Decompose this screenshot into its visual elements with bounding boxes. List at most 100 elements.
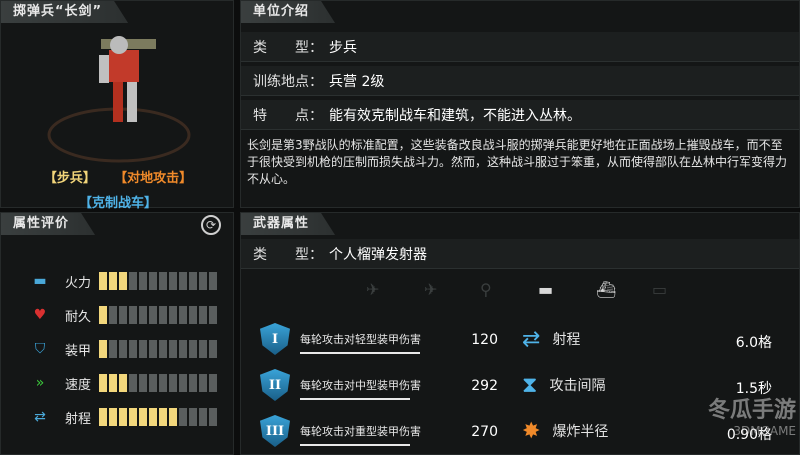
- stat-bar-segment: [169, 306, 177, 324]
- watermark-sub: 3DMGAME: [733, 424, 796, 438]
- stat-bar-segment: [99, 306, 107, 324]
- refresh-icon[interactable]: ⟳: [201, 215, 221, 235]
- armor-medium-icon: II: [260, 369, 290, 401]
- prop-interval-label: 攻击间隔: [549, 378, 606, 394]
- stat-bar-segment: [109, 306, 117, 324]
- stat-bar-segment: [129, 306, 137, 324]
- stat-bar-segment: [179, 272, 187, 290]
- stat-bar-segment: [189, 306, 197, 324]
- stat-bar-segment: [99, 272, 107, 290]
- stat-label: 耐久: [64, 309, 91, 325]
- stat-bar-segment: [199, 306, 207, 324]
- unit-portrait: [47, 36, 191, 163]
- stat-label: 火力: [64, 275, 91, 291]
- damage-medium-label: 每轮攻击对中型装甲伤害: [300, 379, 421, 392]
- intro-feature-row: 特 点： 能有效克制战车和建筑，不能进入丛林。: [241, 100, 799, 130]
- stat-bar-segment: [189, 340, 197, 358]
- unit-tags: 【步兵】 【对地攻击】 【克制战车】: [1, 167, 235, 211]
- stat-bar-segment: [119, 272, 127, 290]
- stat-bar-segment: [119, 340, 127, 358]
- stat-bar-segment: [169, 374, 177, 392]
- damage-medium-value: 292: [471, 378, 498, 394]
- shield-icon: ⛉: [34, 341, 46, 357]
- unit-name: 掷弹兵“长剑”: [13, 4, 103, 19]
- stat-bar-segment: [129, 272, 137, 290]
- intro-type-row: 类 型： 步兵: [241, 32, 799, 62]
- stat-bar-segment: [99, 340, 107, 358]
- stat-bar: [99, 272, 217, 290]
- stat-bar-segment: [129, 408, 137, 426]
- stat-label: 装甲: [64, 343, 91, 359]
- bullets-icon: ▬: [33, 273, 47, 289]
- stat-bar-segment: [209, 374, 217, 392]
- stat-row: ♥ 耐久: [29, 305, 217, 325]
- attributes-panel: 属性评价 ⟳ ▬ 火力 ♥ 耐久 ⛉ 装甲 » 速度 ⇄ 射程: [0, 212, 234, 455]
- stat-bar-segment: [159, 306, 167, 324]
- stat-bar-segment: [139, 272, 147, 290]
- helicopter-icon: ⚲: [480, 280, 492, 299]
- range-arrows-icon: ⇄: [522, 326, 541, 352]
- stat-bar-segment: [209, 408, 217, 426]
- stat-bar-segment: [199, 408, 207, 426]
- damage-heavy-label: 每轮攻击对重型装甲伤害: [300, 425, 421, 438]
- double-chevron-icon: »: [35, 375, 45, 391]
- stat-bar-segment: [119, 306, 127, 324]
- prop-range-label: 射程: [552, 332, 581, 348]
- tag-counter-vehicle: 【克制战车】: [78, 196, 157, 211]
- stat-bar-segment: [149, 408, 157, 426]
- armor-heavy-icon: III: [260, 415, 290, 447]
- unit-name-header: 掷弹兵“长剑”: [1, 1, 128, 23]
- watermark-brand: 冬瓜手游: [707, 398, 796, 423]
- stat-bar-segment: [109, 340, 117, 358]
- watermark-logo: 冬瓜手游 3DMGAME: [672, 392, 796, 452]
- stat-bar-segment: [99, 374, 107, 392]
- heart-icon: ♥: [33, 307, 47, 323]
- stat-bar-segment: [209, 340, 217, 358]
- stat-bar-segment: [149, 306, 157, 324]
- feature-value: 能有效克制战车和建筑，不能进入丛林。: [329, 107, 581, 124]
- stat-bar-segment: [109, 272, 117, 290]
- stat-bar-segment: [179, 306, 187, 324]
- stat-bar-segment: [139, 306, 147, 324]
- stat-bar-segment: [199, 374, 207, 392]
- unit-description: 长剑是第3野战队的标准配置，这些装备改良战斗服的掷弹兵能更好地在正面战场上摧毁战…: [247, 138, 788, 186]
- tag-infantry: 【步兵】: [43, 171, 96, 186]
- stat-label: 速度: [64, 377, 91, 393]
- stat-bar-segment: [159, 340, 167, 358]
- location-key: 训练地点：: [253, 73, 323, 90]
- stat-bar-segment: [179, 374, 187, 392]
- damage-heavy-value: 270: [471, 424, 498, 440]
- intro-panel: 单位介绍 类 型： 步兵 训练地点： 兵营 2级 特 点： 能有效克制战车和建筑，不能…: [240, 0, 800, 208]
- attributes-header: 属性评价: [1, 213, 95, 235]
- stat-bar: [99, 408, 217, 426]
- stat-bar: [99, 306, 217, 324]
- explosion-icon: ✸: [522, 418, 541, 444]
- stat-bar-segment: [139, 340, 147, 358]
- stat-bar-segment: [159, 408, 167, 426]
- weapon-type-row: 类 型： 个人榴弹发射器: [241, 239, 799, 269]
- range-arrows-icon: ⇄: [34, 409, 46, 425]
- stat-bar-segment: [189, 272, 197, 290]
- stat-bar: [99, 374, 217, 392]
- weapon-header: 武器属性: [241, 213, 335, 235]
- stat-bar-segment: [169, 272, 177, 290]
- damage-medium-underline: [300, 398, 410, 400]
- tank-icon: ▬: [538, 280, 554, 299]
- stat-bar-segment: [199, 340, 207, 358]
- stat-bar-segment: [189, 408, 197, 426]
- stat-bar-segment: [209, 306, 217, 324]
- weapon-type-key: 类 型：: [253, 246, 323, 263]
- stat-bar-segment: [199, 272, 207, 290]
- type-value: 步兵: [329, 39, 357, 56]
- damage-light-label: 每轮攻击对轻型装甲伤害: [300, 333, 421, 346]
- jet-icon: ✈: [366, 280, 380, 299]
- stat-bar-segment: [119, 408, 127, 426]
- submarine-icon: ▭: [652, 280, 668, 299]
- stat-bar-segment: [169, 408, 177, 426]
- ship-icon: ⛴: [596, 280, 617, 299]
- stat-bar-segment: [159, 272, 167, 290]
- prop-range-value: 6.0格: [735, 335, 772, 351]
- stat-bar-segment: [169, 340, 177, 358]
- stat-bar-segment: [179, 408, 187, 426]
- unit-portrait-panel: 掷弹兵“长剑” 【步兵】 【对地攻击】 【克制战车】: [0, 0, 235, 211]
